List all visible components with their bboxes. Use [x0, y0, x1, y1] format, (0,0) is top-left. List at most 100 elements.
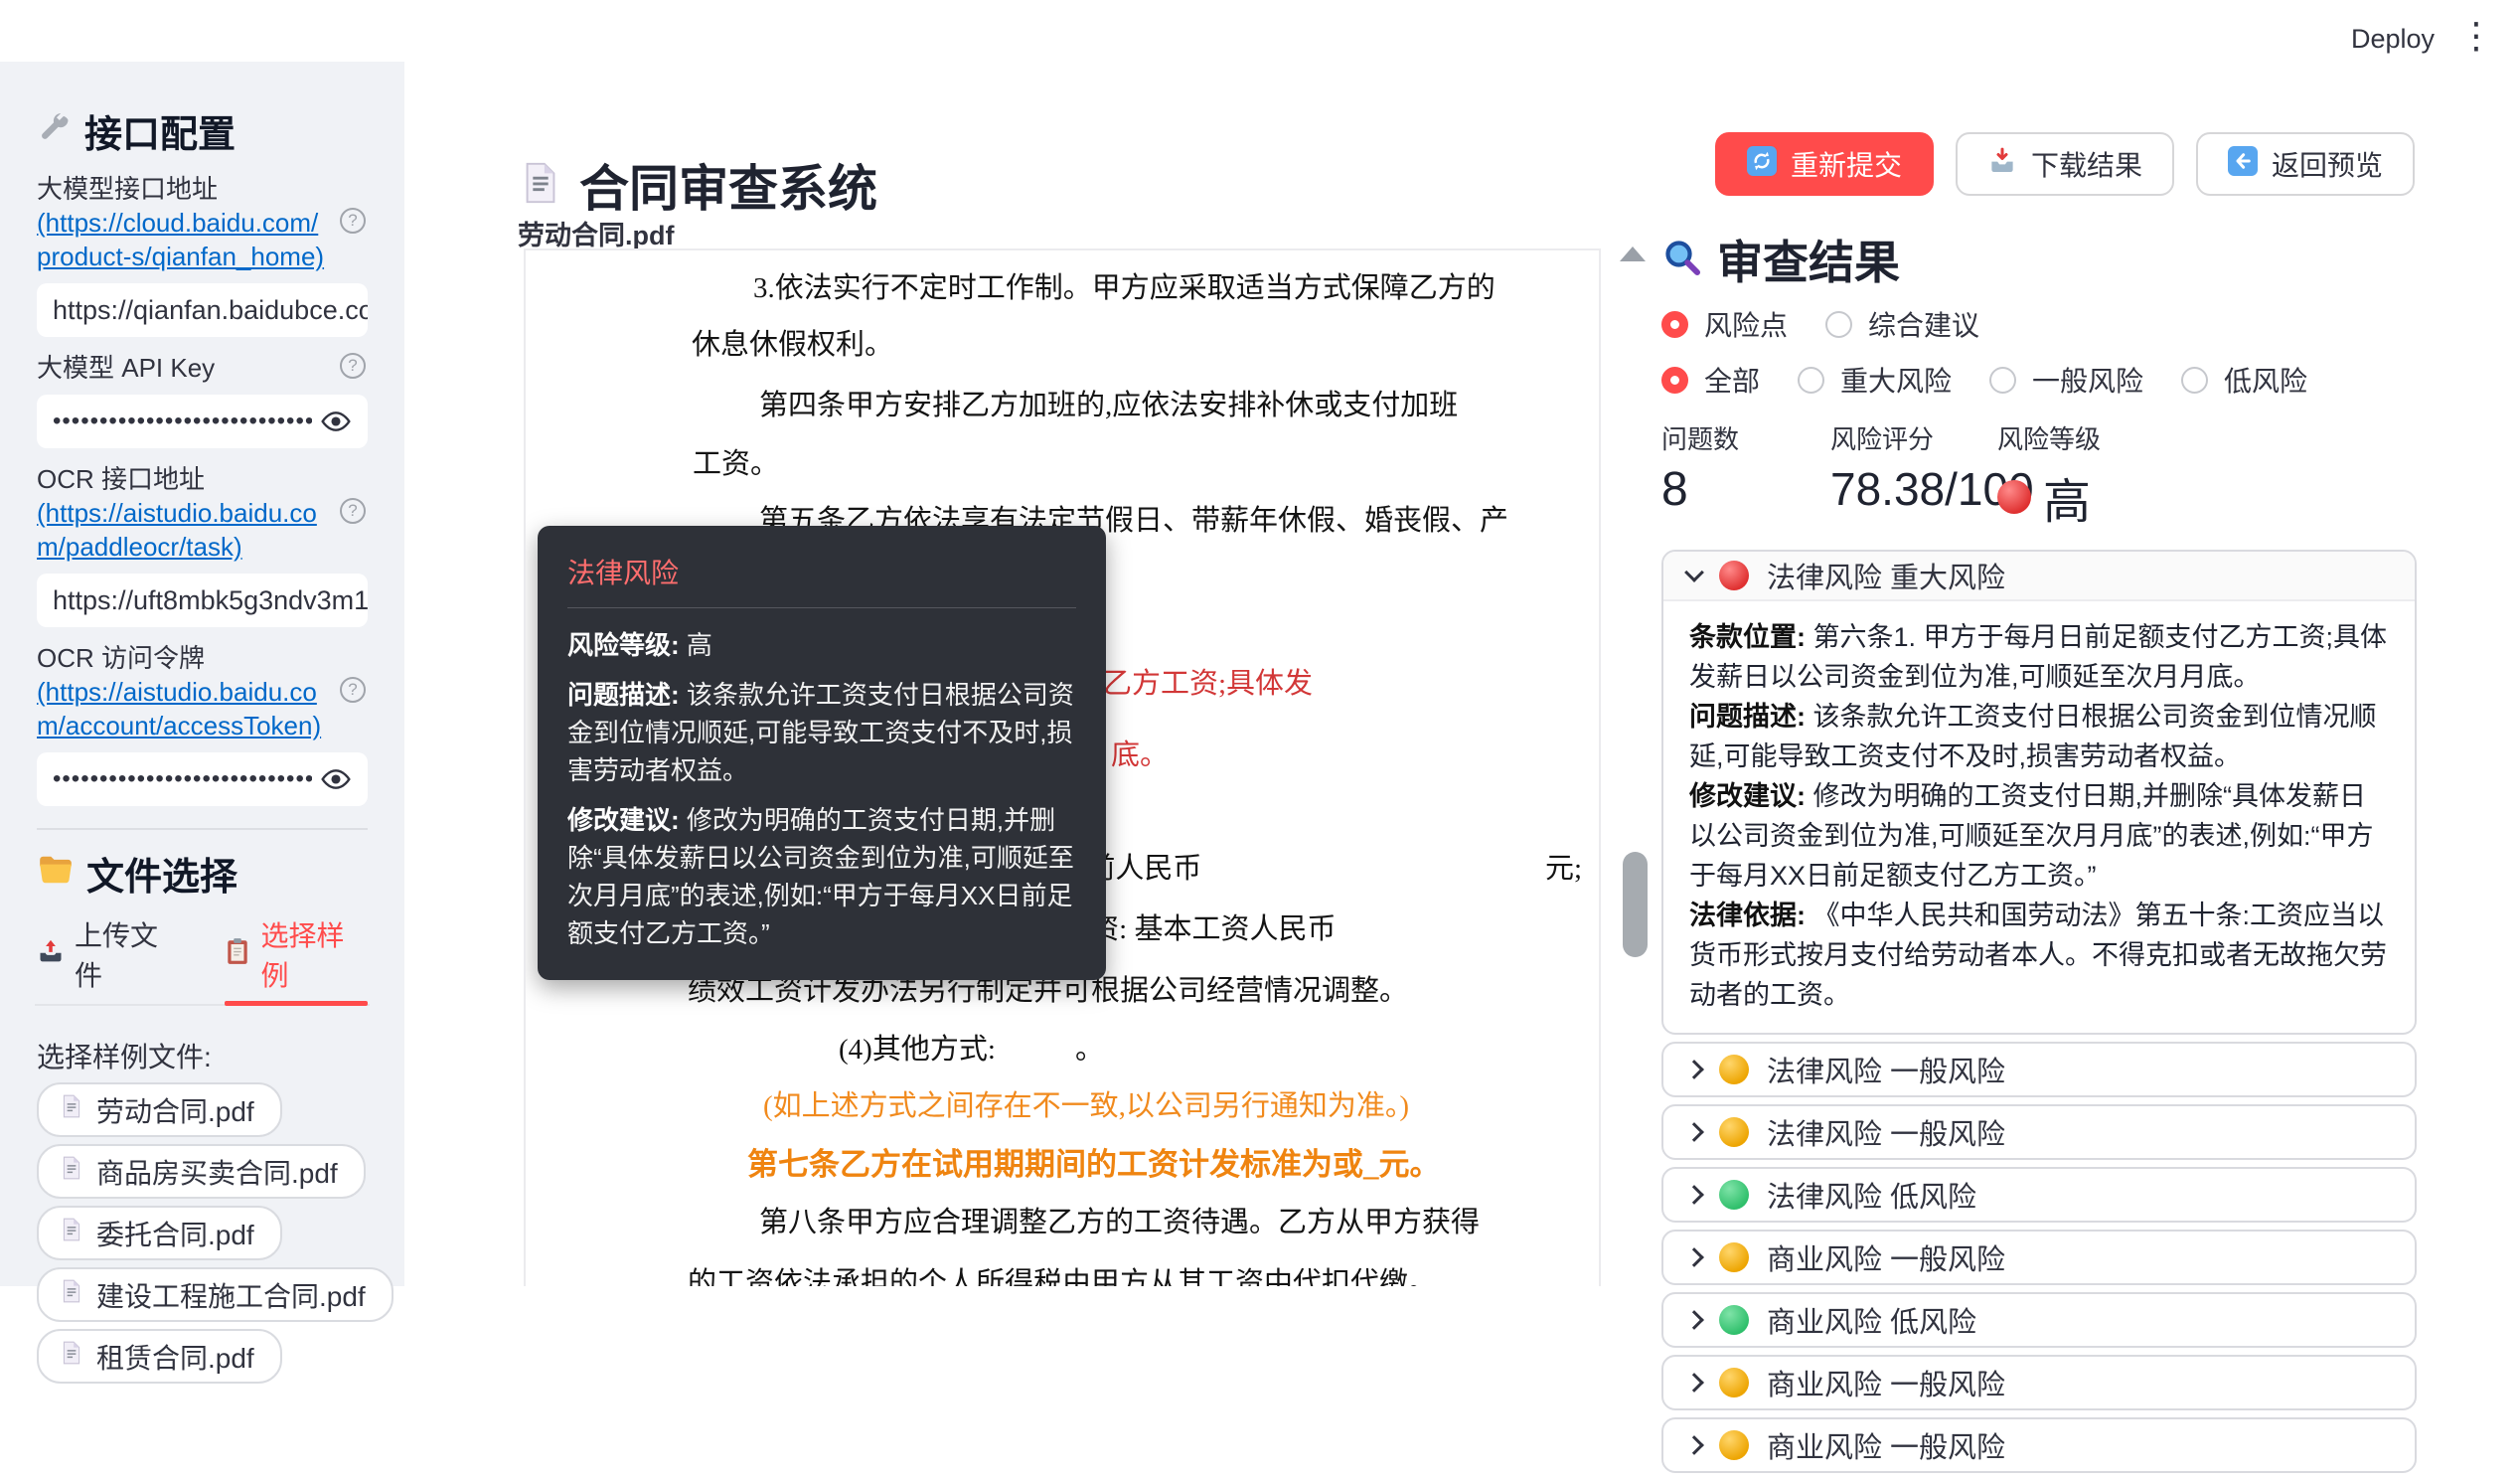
risk-card-collapsed[interactable]: 法律风险 一般风险 [1661, 1042, 2417, 1097]
chevron-right-icon [1684, 1310, 1704, 1330]
radio-overall-advice[interactable] [1825, 310, 1853, 338]
risk-card-expanded: 法律风险 重大风险 条款位置: 第六条1. 甲方于每月日前足额支付乙方工资;具体… [1661, 550, 2417, 1035]
download-results-button[interactable]: 下载结果 [1955, 132, 2174, 196]
stat-problem-count: 问题数 8 [1661, 424, 1740, 516]
doc-line: 工资。 [693, 448, 780, 480]
risk-cards: 法律风险 重大风险 条款位置: 第六条1. 甲方于每月日前足额支付乙方工资;具体… [1661, 550, 2417, 1473]
kebab-menu-icon[interactable]: ⋮ [2458, 18, 2494, 54]
llm-endpoint-link[interactable]: (https://cloud.baidu.com/product-s/qianf… [37, 208, 324, 271]
page-title-row: 合同审查系统 [518, 149, 877, 221]
resubmit-button[interactable]: 重新提交 [1714, 132, 1934, 196]
action-buttons: 重新提交 下载结果 返回预览 [1714, 132, 2415, 196]
risk-card-collapsed[interactable]: 商业风险 低风险 [1661, 1292, 2417, 1348]
risk-dot-yellow [1719, 1368, 1749, 1398]
risk-card-collapsed[interactable]: 法律风险 一般风险 [1661, 1104, 2417, 1160]
document-icon [59, 1340, 84, 1373]
scroll-up-arrow[interactable] [1620, 247, 1646, 261]
radio-general-risk[interactable] [1989, 366, 2017, 394]
doc-line-note-orange: (如上述方式之间存在不一致,以公司另行通知为准。) [763, 1090, 1410, 1122]
folder-icon [37, 852, 75, 895]
deploy-button[interactable]: Deploy [2351, 24, 2435, 55]
ocr-token-input[interactable]: •••••••••••••••••••••••••••••••• [37, 752, 368, 806]
document-icon [59, 1155, 84, 1188]
help-icon[interactable]: ? [340, 208, 366, 234]
chevron-right-icon [1684, 1373, 1704, 1393]
chevron-right-icon [1684, 1060, 1704, 1079]
sample-file-button[interactable]: 劳动合同.pdf [37, 1082, 282, 1137]
doc-line-risk-red: 乙方工资;具体发 [1103, 668, 1314, 700]
refresh-icon [1746, 145, 1777, 183]
upload-icon [37, 937, 65, 972]
doc-line: 3.依法实行不定时工作制。甲方应采取适当方式保障乙方的 [753, 272, 1496, 304]
sample-file-button[interactable]: 委托合同.pdf [37, 1206, 282, 1260]
eye-icon[interactable] [320, 406, 352, 437]
radio-low-risk[interactable] [2181, 366, 2209, 394]
help-icon[interactable]: ? [340, 677, 366, 703]
problem-desc: 问题描述: 该条款允许工资支付日根据公司资金到位情况顺延,可能导致工资支付不及时… [1689, 702, 2377, 771]
back-to-preview-button[interactable]: 返回预览 [2195, 132, 2415, 196]
download-icon [1987, 146, 2017, 183]
ocr-endpoint-label: OCR 接口地址 (https://aistudio.baidu.com/pad… [37, 462, 368, 564]
doc-line: 休息休假权利。 [692, 329, 894, 361]
wrench-icon [37, 110, 73, 151]
radio-major-risk[interactable] [1798, 366, 1825, 394]
sample-file-button[interactable]: 建设工程施工合同.pdf [37, 1267, 394, 1322]
document-viewer[interactable]: 3.依法实行不定时工作制。甲方应采取适当方式保障乙方的 休息休假权利。 第四条甲… [524, 248, 1601, 1286]
results-title: 审查结果 [1717, 237, 1900, 288]
risk-dot-yellow [1719, 1242, 1749, 1272]
chevron-right-icon [1684, 1435, 1704, 1455]
risk-card-header[interactable]: 法律风险 重大风险 [1663, 552, 2415, 601]
risk-card-collapsed[interactable]: 商业风险 一般风险 [1661, 1230, 2417, 1285]
magnifier-icon [1661, 237, 1703, 283]
ocr-token-link[interactable]: (https://aistudio.baidu.com/account/acce… [37, 677, 321, 740]
risk-card-collapsed[interactable]: 法律风险 低风险 [1661, 1167, 2417, 1223]
view-mode-radios: 风险点 综合建议 [1661, 308, 2417, 341]
document-icon [59, 1278, 84, 1311]
app-header: Deploy ⋮ [0, 0, 2520, 62]
risk-card-body: 条款位置: 第六条1. 甲方于每月日前足额支付乙方工资;具体发薪日以公司资金到位… [1663, 601, 2415, 1033]
radio-all[interactable] [1661, 366, 1688, 394]
chevron-right-icon [1684, 1185, 1704, 1205]
tooltip-title: 法律风险 [567, 558, 680, 588]
sample-file-button[interactable]: 商品房买卖合同.pdf [37, 1144, 366, 1199]
risk-card-collapsed[interactable]: 商业风险 一般风险 [1661, 1417, 2417, 1473]
risk-dot-green [1719, 1305, 1749, 1335]
stats-row: 问题数 8 风险评分 78.38/100 风险等级 高 [1661, 419, 2417, 532]
help-icon[interactable]: ? [340, 498, 366, 524]
llm-apikey-input[interactable]: •••••••••••••••••••••••••••••••• [37, 395, 368, 448]
eye-icon[interactable] [320, 763, 352, 795]
risk-dot-yellow [1719, 1055, 1749, 1084]
clause-location: 条款位置: 第六条1. 甲方于每月日前足额支付乙方工资;具体发薪日以公司资金到位… [1689, 622, 2388, 692]
legal-basis: 法律依据: 《中华人民共和国劳动法》第五十条:工资应当以货币形式按月支付给劳动者… [1689, 901, 2387, 1010]
ocr-endpoint-input[interactable]: https://uft8mbk5g3ndv3m1.aistu [37, 574, 368, 627]
results-panel: 审查结果 风险点 综合建议 全部 重大风险 一般风险 低风险 问题数 8 风险评… [1661, 227, 2417, 1480]
ocr-endpoint-link[interactable]: (https://aistudio.baidu.com/paddleocr/ta… [37, 498, 317, 562]
tab-select-sample[interactable]: 选择样例 [225, 914, 368, 1006]
llm-endpoint-input[interactable]: https://qianfan.baidubce.com/v2 [37, 283, 368, 337]
sample-file-button[interactable]: 租赁合同.pdf [37, 1329, 282, 1384]
help-icon[interactable]: ? [340, 353, 366, 379]
risk-dot-yellow [1719, 1430, 1749, 1460]
file-select-title: 文件选择 [86, 857, 238, 899]
doc-line-clause7-orange: 第七条乙方在试用期期间的工资计发标准为或_元。 [747, 1147, 1441, 1182]
tooltip-problem-desc: 问题描述: 该条款允许工资支付日根据公司资金到位情况顺延,可能导致工资支付不及时… [567, 680, 1074, 785]
document-icon [59, 1217, 84, 1249]
radio-risk-points[interactable] [1661, 310, 1688, 338]
suggestion: 修改建议: 修改为明确的工资支付日期,并删除“具体发薪日以公司资金到位为准,可顺… [1689, 781, 2374, 891]
severity-filter-radios: 全部 重大风险 一般风险 低风险 [1661, 364, 2417, 397]
risk-card-collapsed[interactable]: 商业风险 一般风险 [1661, 1355, 2417, 1410]
risk-dot-green [1719, 1180, 1749, 1210]
scrollbar-thumb[interactable] [1623, 852, 1648, 957]
tooltip-risk-level: 风险等级: 高 [567, 630, 712, 660]
tab-upload-file[interactable]: 上传文件 [37, 914, 181, 994]
doc-line: 第八条甲方应合理调整乙方的工资待遇。乙方从甲方获得 [759, 1207, 1481, 1238]
file-tabs: 上传文件 选择样例 [35, 914, 370, 1006]
stat-risk-level: 风险等级 高 [1997, 424, 2102, 529]
current-doc-name: 劳动合同.pdf [518, 221, 675, 250]
doc-line: (4)其他方式: [839, 1034, 996, 1066]
doc-line: 的工资依法承担的个人所得税由甲方从其工资中代扣代缴。 [688, 1267, 1438, 1286]
risk-level-dot-red [1997, 480, 2031, 514]
stat-risk-score: 风险评分 78.38/100 [1830, 424, 2034, 515]
divider [37, 828, 368, 830]
clipboard-icon [225, 937, 250, 972]
